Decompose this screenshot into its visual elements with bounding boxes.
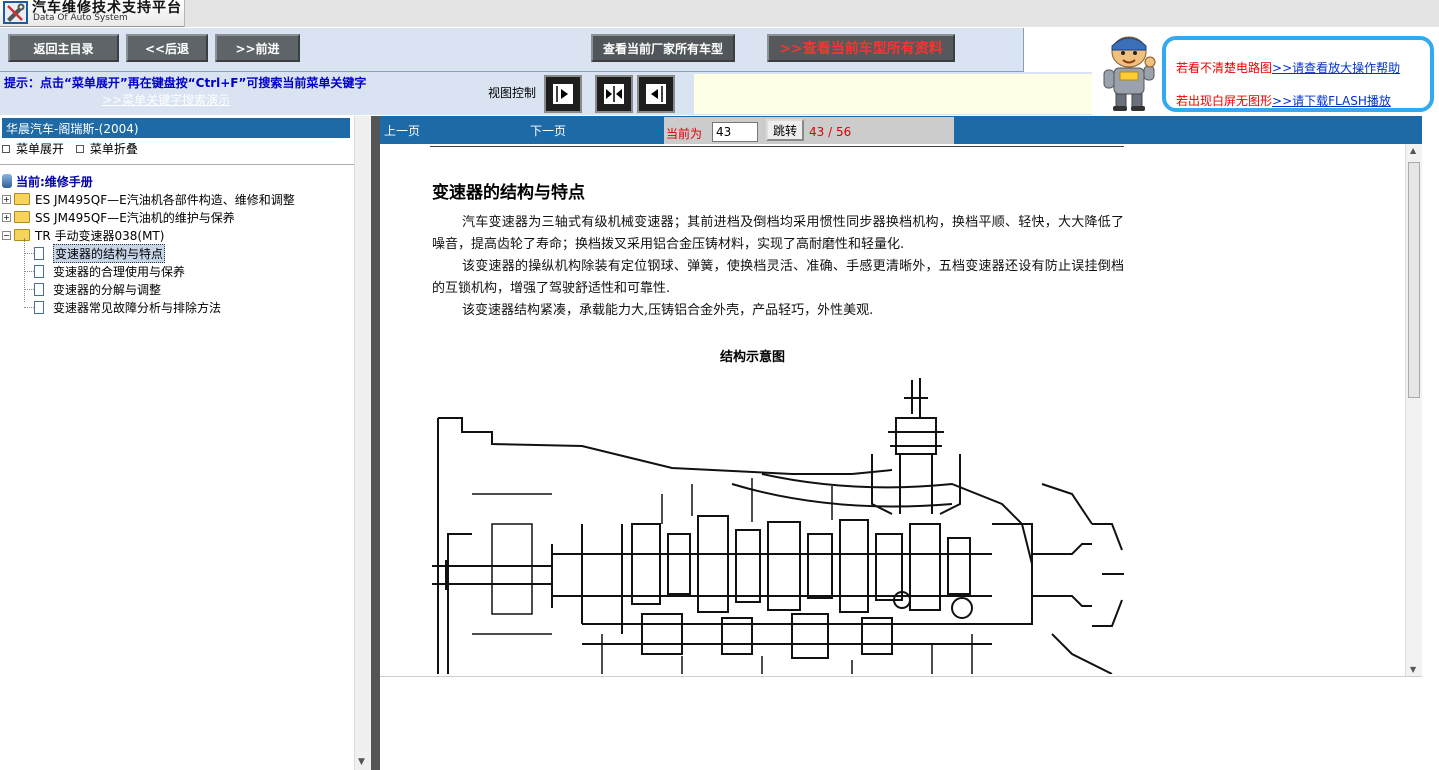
help-bubble: 若看不清楚电路图>>请查看放大操作帮助 若出现白屏无图形>>请下载FLASH播放	[1162, 36, 1434, 112]
page-count: 43 / 56	[809, 125, 852, 139]
document-icon	[34, 246, 44, 260]
help-line-zoom: 若看不清楚电路图>>请查看放大操作帮助	[1176, 59, 1400, 76]
wrench-logo-icon	[3, 1, 28, 24]
tree-folder-manual-transmission[interactable]: − TR 手动变速器038(MT)	[2, 226, 164, 244]
figure-caption: 结构示意图	[720, 350, 786, 365]
document-paragraph: 该变速器的操纵机构除装有定位钢球、弹簧，使换档灵活、准确、手感更清晰外，五档变速…	[432, 259, 1124, 296]
title-bar-fill	[184, 0, 1439, 27]
page-number-input[interactable]	[712, 122, 758, 142]
help-line-flash: 若出现白屏无图形>>请下载FLASH播放	[1176, 92, 1391, 109]
jump-button[interactable]: 跳转	[766, 119, 804, 141]
arrow-left-icon	[651, 86, 663, 102]
document-icon	[34, 264, 44, 278]
document-paragraph: 该变速器结构紧凑，承载能力大,压铸铝合金外壳，产品轻巧，外性美观.	[462, 303, 874, 318]
tree-folder-label: ES JM495QF—E汽油机各部件构造、维修和调整	[35, 192, 295, 207]
navigation-panel: 华晨汽车-阁瑞斯-(2004) 菜单展开 菜单折叠 当前:维修手册 + ES J…	[0, 116, 371, 770]
tree-connector	[24, 307, 34, 308]
tree-doc-label: 变速器的分解与调整	[53, 282, 162, 297]
page-jump-group: 当前为 跳转 43 / 56	[664, 117, 954, 144]
expand-plus-icon[interactable]: +	[2, 194, 11, 204]
mechanic-mascot-icon	[1103, 36, 1156, 111]
nav-bar-spacer	[1024, 28, 1092, 72]
transmission-diagram	[432, 378, 1124, 674]
tree-folder-engine-repair[interactable]: + ES JM495QF—E汽油机各部件构造、维修和调整	[2, 190, 295, 208]
tree-doc-label-selected: 变速器的结构与特点	[53, 243, 166, 263]
expand-icon	[2, 145, 10, 153]
document-panel: 上一页 下一页 当前为 跳转 43 / 56 变速器的结构与特点 汽车变速器为三…	[380, 116, 1439, 770]
tree-folder-label: SS JM495QF—E汽油机的维护与保养	[35, 210, 235, 225]
scroll-thumb[interactable]	[1408, 162, 1420, 398]
help-area: 若看不清楚电路图>>请查看放大操作帮助 若出现白屏无图形>>请下载FLASH播放	[1092, 28, 1439, 116]
search-hint-text: 提示：点击“菜单展开”再在键盘按“Ctrl+F”可搜索当前菜单关键字	[4, 76, 367, 90]
tree-connector	[24, 289, 34, 290]
collapse-minus-icon[interactable]: −	[2, 230, 11, 240]
collapse-icon	[75, 145, 84, 153]
help-zoom-text: 若看不清楚电路图	[1176, 61, 1273, 75]
menu-controls: 菜单展开 菜单折叠	[2, 140, 146, 157]
tree-root-label: 当前:维修手册	[16, 174, 93, 189]
document-bottom-rule	[380, 676, 1422, 677]
document-content: 变速器的结构与特点 汽车变速器为三轴式有级机械变速器；其前进档及倒档均采用惯性同…	[380, 144, 1422, 676]
search-demo-link[interactable]: >>菜单关键字搜索演示	[102, 91, 230, 108]
tree-folder-label: TR 手动变速器038(MT)	[35, 228, 165, 243]
scroll-up-arrow-icon[interactable]: ▲	[1410, 146, 1416, 155]
folder-icon	[14, 211, 30, 223]
tree-connector	[24, 271, 34, 272]
expand-menu-label: 菜单展开	[16, 142, 65, 156]
document-title: 变速器的结构与特点	[432, 183, 585, 203]
folder-open-icon	[14, 229, 30, 241]
left-scrollbar[interactable]: ▼	[354, 116, 371, 770]
document-icon	[34, 300, 44, 314]
scroll-down-arrow-icon[interactable]: ▼	[1410, 665, 1416, 674]
view-right-panel-button[interactable]	[637, 75, 675, 113]
tree-doc-structure[interactable]: 变速器的结构与特点	[34, 243, 166, 263]
tree-doc-troubleshooting[interactable]: 变速器常见故障分析与排除方法	[34, 298, 221, 316]
document-paragraph: 汽车变速器为三轴式有级机械变速器；其前进档及倒档均采用惯性同步器换档机构，换档平…	[432, 215, 1124, 252]
expand-menu-button[interactable]: 菜单展开	[2, 142, 64, 156]
collapse-menu-label: 菜单折叠	[89, 142, 138, 156]
arrow-right-icon	[556, 86, 568, 102]
flash-download-link[interactable]: >>请下载FLASH播放	[1272, 94, 1391, 108]
document-rule	[430, 146, 1124, 147]
scroll-down-arrow-icon[interactable]: ▼	[358, 757, 365, 767]
back-button[interactable]: <<后退	[126, 34, 208, 62]
app-subtitle: Data Of Auto System	[33, 13, 128, 23]
tree-connector	[24, 253, 34, 254]
home-button[interactable]: 返回主目录	[8, 34, 119, 62]
title-bar: 汽车维修技术支持平台 Data Of Auto System	[0, 0, 1439, 27]
document-icon	[34, 282, 44, 296]
nav-bar: 返回主目录 <<后退 >>前进 查看当前厂家所有车型 >>查看当前车型所有资料	[0, 28, 1024, 72]
tree-doc-usage[interactable]: 变速器的合理使用与保养	[34, 262, 185, 280]
expand-plus-icon[interactable]: +	[2, 212, 11, 222]
split-arrows-icon	[606, 86, 622, 102]
hint-blank-area	[694, 74, 1092, 114]
vehicle-title: 华晨汽车-阁瑞斯-(2004)	[2, 118, 350, 138]
current-page-label: 当前为	[666, 127, 703, 141]
help-flash-text: 若出现白屏无图形	[1176, 94, 1273, 108]
view-split-button[interactable]	[595, 75, 633, 113]
view-left-panel-button[interactable]	[544, 75, 582, 113]
forward-button[interactable]: >>前进	[215, 34, 300, 62]
folder-icon	[14, 193, 30, 205]
document-scrollbar[interactable]: ▲ ▼	[1405, 144, 1422, 676]
divider	[0, 164, 354, 165]
panel-splitter[interactable]	[371, 116, 380, 770]
tree-doc-label: 变速器常见故障分析与排除方法	[53, 300, 222, 315]
collapse-menu-button[interactable]: 菜单折叠	[75, 142, 138, 156]
next-page-button[interactable]: 下一页	[530, 122, 566, 139]
zoom-help-link[interactable]: >>请查看放大操作帮助	[1272, 61, 1400, 75]
view-all-models-button[interactable]: 查看当前厂家所有车型	[591, 34, 735, 62]
prev-page-button[interactable]: 上一页	[384, 122, 420, 139]
tree-doc-disassembly[interactable]: 变速器的分解与调整	[34, 280, 161, 298]
right-edge	[1422, 116, 1439, 770]
tree-connector	[24, 238, 25, 302]
view-all-resources-button[interactable]: >>查看当前车型所有资料	[767, 34, 955, 62]
tree-folder-engine-maintenance[interactable]: + SS JM495QF—E汽油机的维护与保养	[2, 208, 235, 226]
tree-doc-label: 变速器的合理使用与保养	[53, 264, 186, 279]
pager-bar: 上一页 下一页 当前为 跳转 43 / 56	[380, 116, 1422, 144]
view-control-label: 视图控制	[488, 86, 537, 100]
database-icon	[2, 174, 12, 188]
tree-root-current[interactable]: 当前:维修手册	[2, 172, 93, 190]
